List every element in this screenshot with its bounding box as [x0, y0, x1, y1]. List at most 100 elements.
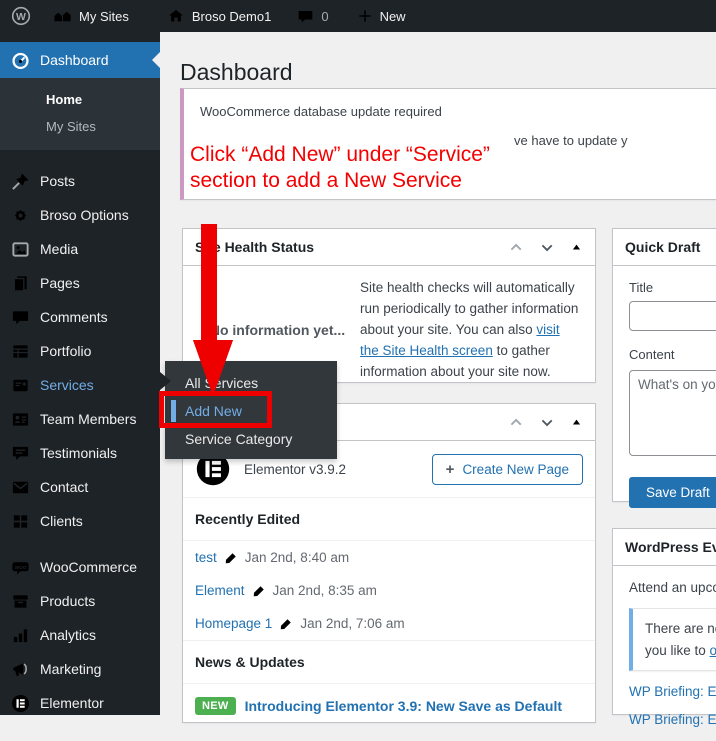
- sidebar-item-woocommerce[interactable]: WooCommerce: [0, 550, 160, 584]
- sidebar-item-label: Analytics: [40, 627, 97, 643]
- recently-edited-heading: Recently Edited: [183, 498, 595, 541]
- draft-title-input[interactable]: [629, 301, 716, 331]
- quick-draft-title: Quick Draft: [625, 239, 701, 255]
- comments-menu-item[interactable]: 0: [286, 0, 339, 32]
- elementor-news-link[interactable]: Introducing Elementor 3.9: New Save as D…: [245, 698, 562, 714]
- sidebar-item-posts[interactable]: Posts: [0, 164, 160, 198]
- collapse-toggle-icon[interactable]: [570, 241, 583, 254]
- services-icon: [10, 376, 30, 395]
- events-widget-header: WordPress Eve: [613, 529, 716, 566]
- pin-icon: [10, 172, 30, 191]
- sidebar-item-label: Elementor: [40, 695, 104, 711]
- sidebar-item-products[interactable]: Products: [0, 584, 160, 618]
- wordpress-menu-item[interactable]: [0, 0, 42, 32]
- recent-edit-date: Jan 2nd, 8:40 am: [244, 550, 350, 565]
- sidebar-item-label: Contact: [40, 479, 89, 495]
- wp-briefing-link[interactable]: WP Briefing: Epi: [629, 684, 716, 699]
- sidebar-item-comments[interactable]: Comments: [0, 300, 160, 334]
- sidebar-item-analytics[interactable]: Analytics: [0, 618, 160, 652]
- menu-separator: [0, 538, 160, 550]
- elementor-version-label: Elementor v3.9.2: [244, 461, 347, 477]
- megaphone-icon: [10, 660, 30, 679]
- events-widget-title: WordPress Eve: [625, 539, 716, 555]
- move-up-icon[interactable]: [508, 239, 525, 256]
- sidebar-item-label: Marketing: [40, 661, 102, 677]
- sidebar-item-media[interactable]: Media: [0, 232, 160, 266]
- sidebar-item-label: Clients: [40, 513, 83, 529]
- media-icon: [10, 240, 30, 259]
- organize-event-link[interactable]: orga: [710, 643, 716, 658]
- dashboard-submenu: Home My Sites: [0, 78, 160, 150]
- quick-draft-widget: Quick Draft Title Content Save Draft: [612, 228, 716, 508]
- sidebar-item-label: Comments: [40, 309, 108, 325]
- sidebar-item-marketing[interactable]: Marketing: [0, 652, 160, 686]
- move-up-icon[interactable]: [508, 414, 525, 431]
- pencil-icon: [224, 551, 238, 565]
- sidebar-item-team-members[interactable]: Team Members: [0, 402, 160, 436]
- comments-count: 0: [321, 8, 329, 24]
- new-menu-item[interactable]: New: [346, 0, 417, 32]
- dashboard-gauge-icon: [10, 51, 30, 70]
- site-menu-item[interactable]: Broso Demo1: [156, 0, 282, 32]
- sidebar-item-contact[interactable]: Contact: [0, 470, 160, 504]
- recently-edited-list: test Jan 2nd, 8:40 am Element Jan 2nd, 8:35…: [183, 541, 595, 640]
- no-events-info-box: There are no ev you like to orga: [629, 608, 716, 672]
- page-title: Dashboard: [180, 59, 293, 86]
- events-intro-text: Attend an upcom: [629, 580, 716, 595]
- sidebar-item-broso-options[interactable]: Broso Options: [0, 198, 160, 232]
- sidebar-item-pages[interactable]: Pages: [0, 266, 160, 300]
- annotation-text: Click “Add New” under “Service” section …: [190, 142, 490, 194]
- submenu-item-home[interactable]: Home: [0, 86, 160, 113]
- sidebar-item-testimonials[interactable]: Testimonials: [0, 436, 160, 470]
- annotation-highlight-box: [159, 391, 272, 428]
- news-row: NEW Introducing Elementor 3.9: New Save …: [183, 684, 595, 728]
- recently-edited-row: Homepage 1 Jan 2nd, 7:06 am: [183, 607, 595, 640]
- plus-icon: [357, 8, 373, 24]
- recently-edited-row: test Jan 2nd, 8:40 am: [183, 541, 595, 574]
- collapse-toggle-icon[interactable]: [570, 416, 583, 429]
- grid-icon: [10, 512, 30, 531]
- wp-briefing-link[interactable]: WP Briefing: Epi: [629, 712, 716, 727]
- sidebar-item-label: Portfolio: [40, 343, 92, 359]
- draft-content-textarea[interactable]: [629, 370, 716, 456]
- wordpress-logo-icon: [11, 6, 31, 26]
- admin-sidebar: Dashboard Home My Sites Posts Broso Optio…: [0, 32, 160, 715]
- move-down-icon[interactable]: [539, 414, 556, 431]
- site-name-label: Broso Demo1: [191, 8, 272, 24]
- recent-page-link[interactable]: Homepage 1: [195, 616, 272, 631]
- my-sites-menu-item[interactable]: My Sites: [42, 0, 140, 32]
- flyout-item-service-category[interactable]: Service Category: [165, 425, 337, 453]
- sidebar-item-dashboard[interactable]: Dashboard: [0, 42, 160, 78]
- briefing-links: WP Briefing: Epi WP Briefing: Epi: [629, 684, 716, 727]
- recent-page-link[interactable]: test: [195, 550, 217, 565]
- bars-icon: [10, 626, 30, 645]
- my-sites-icon: [53, 7, 72, 26]
- elementor-icon: [10, 694, 30, 713]
- sidebar-menu: Posts Broso Options Media Pages Comments Port…: [0, 164, 160, 720]
- annotation-arrow-down-icon: [193, 224, 233, 396]
- recent-page-link[interactable]: Element: [195, 583, 245, 598]
- sidebar-item-clients[interactable]: Clients: [0, 504, 160, 538]
- sidebar-item-label: Pages: [40, 275, 80, 291]
- create-new-page-button[interactable]: + Create New Page: [431, 453, 583, 485]
- sidebar-item-label: Broso Options: [40, 207, 129, 223]
- content-field-label: Content: [629, 347, 675, 362]
- sidebar-item-label: Dashboard: [40, 52, 109, 68]
- pencil-icon: [279, 617, 293, 631]
- flyout-notch: [160, 372, 171, 390]
- save-draft-button[interactable]: Save Draft: [629, 477, 716, 508]
- envelope-icon: [10, 478, 30, 497]
- new-badge: NEW: [195, 697, 236, 715]
- portfolio-icon: [10, 342, 30, 361]
- quick-draft-header: Quick Draft: [613, 229, 716, 266]
- submenu-item-my-sites[interactable]: My Sites: [0, 113, 160, 140]
- bubble-icon: [10, 308, 30, 327]
- notice-title: WooCommerce database update required: [200, 104, 442, 119]
- sidebar-item-label: Media: [40, 241, 79, 257]
- move-down-icon[interactable]: [539, 239, 556, 256]
- sidebar-item-label: Testimonials: [40, 445, 118, 461]
- sidebar-item-services[interactable]: Services: [0, 368, 160, 402]
- sidebar-item-portfolio[interactable]: Portfolio: [0, 334, 160, 368]
- info-box-line1: There are no ev: [645, 621, 716, 636]
- pages-icon: [10, 274, 30, 293]
